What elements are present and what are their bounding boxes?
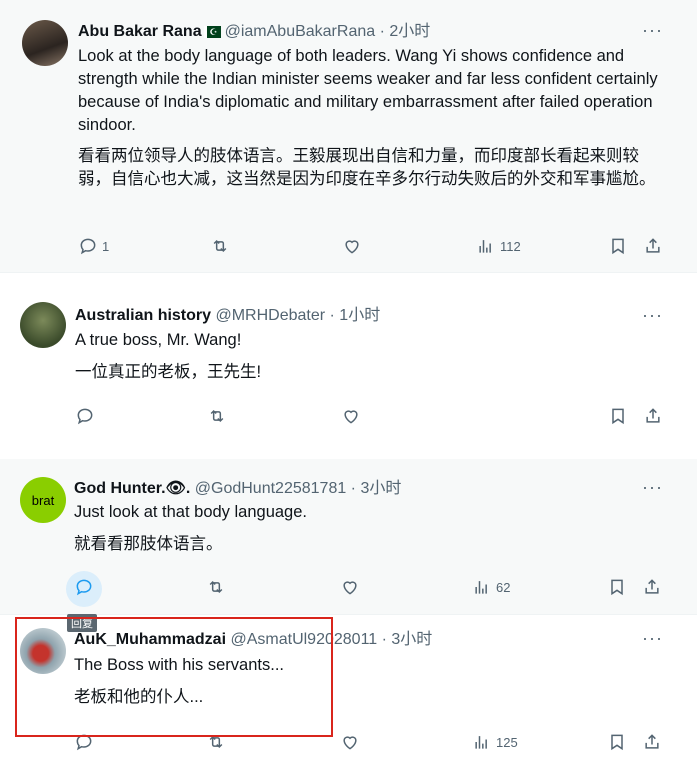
action-bar	[75, 406, 665, 430]
author-name[interactable]: Abu Bakar Rana	[78, 23, 202, 40]
like-button[interactable]	[340, 732, 360, 752]
reply-icon	[77, 408, 93, 425]
tweet-2[interactable]: Australian history @MRHDebater · 1小时 ···…	[0, 272, 697, 459]
author-name[interactable]: Australian history	[75, 307, 211, 324]
avatar[interactable]	[20, 302, 66, 348]
share-button[interactable]	[643, 406, 663, 426]
avatar[interactable]	[22, 20, 68, 66]
retweet-button[interactable]	[206, 577, 226, 597]
more-icon[interactable]: ···	[642, 20, 663, 41]
view-count: 62	[496, 579, 511, 595]
bookmark-button[interactable]	[608, 236, 628, 256]
retweet-icon	[209, 580, 223, 594]
views-icon	[479, 240, 491, 253]
more-icon[interactable]: ···	[642, 477, 663, 498]
views-button[interactable]: 112	[476, 236, 521, 256]
tweet-header: Australian history @MRHDebater · 1小时	[75, 306, 380, 326]
author-name[interactable]: God Hunter.👁.	[74, 480, 190, 497]
author-handle[interactable]: @MRHDebater · 1小时	[215, 307, 380, 324]
tweet-header: Abu Bakar Rana ☪ @iamAbuBakarRana · 2小时	[78, 22, 430, 42]
tweet-header: God Hunter.👁. @GodHunt22581781 · 3小时	[74, 479, 401, 499]
bookmark-icon	[612, 408, 624, 425]
heart-icon	[344, 410, 358, 424]
share-button[interactable]	[642, 577, 662, 597]
more-icon[interactable]: ···	[642, 305, 663, 326]
share-icon	[646, 238, 660, 253]
avatar[interactable]: brat	[20, 477, 66, 523]
bookmark-button[interactable]	[608, 406, 628, 426]
views-icon	[475, 736, 487, 749]
share-button[interactable]	[643, 236, 663, 256]
tweet-text-en: Look at the body language of both leader…	[78, 47, 658, 134]
tweet-1[interactable]: Abu Bakar Rana ☪ @iamAbuBakarRana · 2小时 ··…	[0, 0, 697, 272]
heart-icon	[343, 581, 357, 595]
tweet-text-zh: 一位真正的老板，王先生!	[75, 363, 262, 381]
tweet-text-en: A true boss, Mr. Wang!	[75, 331, 242, 349]
share-icon	[645, 579, 659, 594]
action-bar: 1 112	[78, 236, 668, 260]
tweet-text-en: Just look at that body language.	[74, 503, 307, 521]
avatar-text: brat	[31, 492, 55, 508]
pakistan-flag-icon: ☪	[203, 25, 221, 38]
retweet-icon	[213, 239, 227, 253]
reply-icon	[76, 579, 92, 596]
retweet-button[interactable]	[207, 406, 227, 426]
views-button[interactable]: 125	[472, 732, 518, 752]
share-icon	[646, 408, 660, 423]
view-count: 125	[496, 734, 518, 750]
tweet-text-zh: 看看两位领导人的肢体语言。王毅展现出自信和力量，而印度部长看起来则较弱，自信心也…	[78, 147, 656, 188]
share-button[interactable]	[642, 732, 662, 752]
author-handle[interactable]: @GodHunt22581781 · 3小时	[195, 480, 402, 497]
reply-button[interactable]: 1	[78, 236, 109, 256]
highlight-box	[15, 617, 333, 737]
retweet-icon	[210, 409, 224, 423]
bookmark-icon	[612, 238, 624, 255]
reply-button[interactable]	[75, 406, 95, 426]
author-handle[interactable]: @iamAbuBakarRana · 2小时	[225, 23, 431, 40]
views-icon	[475, 581, 487, 594]
reply-count: 1	[102, 238, 110, 254]
views-button[interactable]: 62	[472, 577, 510, 597]
bookmark-button[interactable]	[607, 577, 627, 597]
more-icon[interactable]: ···	[642, 628, 663, 649]
like-button[interactable]	[342, 236, 362, 256]
view-count: 112	[500, 238, 521, 254]
reply-icon	[80, 238, 96, 255]
action-bar: 62	[74, 577, 664, 601]
like-button[interactable]	[341, 406, 361, 426]
share-icon	[645, 734, 659, 749]
heart-icon	[343, 736, 357, 750]
retweet-button[interactable]	[210, 236, 230, 256]
like-button[interactable]	[340, 577, 360, 597]
bookmark-icon	[611, 734, 623, 751]
bookmark-button[interactable]	[607, 732, 627, 752]
tweet-text-zh: 就看看那肢体语言。	[74, 535, 223, 553]
reply-button[interactable]	[74, 577, 94, 597]
bookmark-icon	[611, 579, 623, 596]
tweet-3[interactable]: brat God Hunter.👁. @GodHunt22581781 · 3小…	[0, 459, 697, 614]
heart-icon	[345, 240, 359, 254]
